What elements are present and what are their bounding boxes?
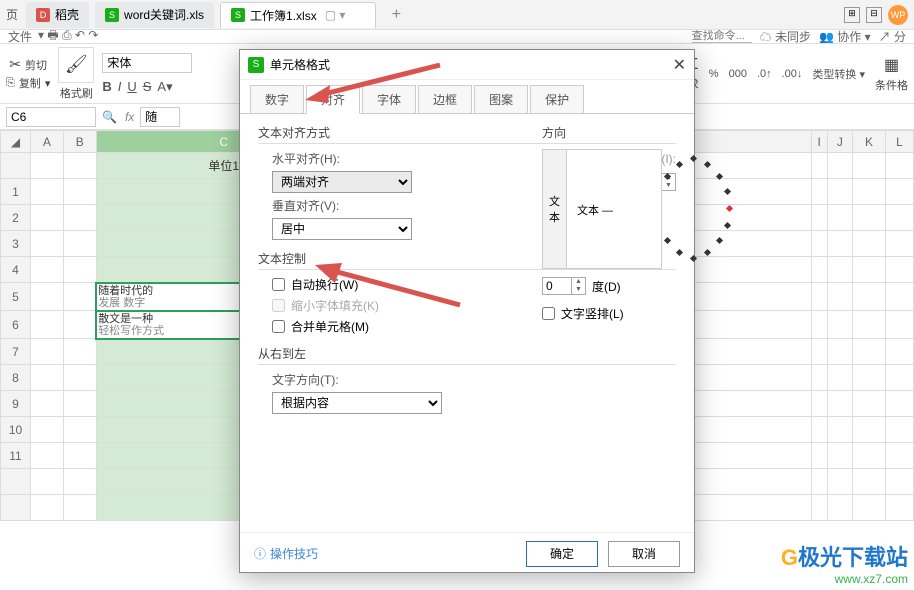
annotation-arrow-1 — [300, 55, 450, 105]
file-menu[interactable]: 文件 — [8, 30, 32, 44]
command-search[interactable] — [692, 30, 752, 43]
tab-pattern[interactable]: 图案 — [474, 85, 528, 114]
sync-status[interactable]: ☁ 未同步 — [760, 30, 811, 44]
formula-input[interactable] — [140, 107, 180, 127]
font-name-select[interactable] — [102, 53, 192, 73]
row-header[interactable]: 5 — [1, 283, 31, 311]
tab-indicator-icon: ▢ ▾ — [325, 8, 365, 22]
row-header[interactable]: 8 — [1, 365, 31, 391]
bold-button[interactable]: B — [102, 79, 111, 95]
font-color-button[interactable]: A▾ — [157, 79, 172, 95]
percent-button[interactable]: % — [709, 68, 719, 80]
tab-number[interactable]: 数字 — [250, 85, 304, 114]
comma-style-button[interactable]: 000 — [729, 68, 747, 80]
vertical-text-checkbox[interactable]: 文字竖排(L) — [542, 305, 672, 322]
tips-link[interactable]: ⓘ操作技巧 — [254, 545, 318, 562]
row-header[interactable] — [1, 153, 31, 179]
degree-label: 度(D) — [592, 278, 621, 295]
col-header[interactable]: J — [827, 131, 853, 153]
xls-icon: S — [105, 8, 119, 22]
page-label: 页 — [6, 6, 18, 23]
row-header[interactable]: 2 — [1, 205, 31, 231]
strike-button[interactable]: S — [143, 79, 152, 95]
tab-docer[interactable]: D 稻壳 — [26, 2, 89, 28]
tab-label: 稻壳 — [55, 6, 79, 23]
col-header[interactable]: L — [885, 131, 913, 153]
cut-icon[interactable]: ✂ — [9, 56, 21, 73]
format-painter-label: 格式刷 — [60, 85, 93, 101]
window-mode-icon[interactable]: ⊞ — [844, 7, 860, 23]
new-tab-button[interactable]: + — [392, 6, 401, 24]
annotation-arrow-2 — [310, 255, 470, 315]
orientation-preview-text: 文本 — — [577, 202, 613, 218]
xlsx-icon: S — [231, 8, 245, 22]
close-icon[interactable]: ✕ — [673, 55, 686, 75]
text-direction-label: 文字方向(T): — [272, 371, 352, 388]
row-header[interactable]: 6 — [1, 311, 31, 339]
copy-icon[interactable]: ⎘ — [6, 77, 15, 90]
chevron-up-icon[interactable]: ▲ — [572, 278, 585, 286]
underline-button[interactable]: U — [127, 79, 136, 95]
col-header[interactable]: I — [811, 131, 827, 153]
document-tab-bar: 页 D 稻壳 S word关键词.xls S 工作簿1.xlsx ▢ ▾ + ⊞… — [0, 0, 914, 30]
copy-label: 复制 — [19, 75, 41, 91]
v-align-label: 垂直对齐(V): — [272, 197, 352, 214]
row-header[interactable]: 3 — [1, 231, 31, 257]
col-header[interactable]: A — [31, 131, 64, 153]
info-icon: ⓘ — [254, 545, 266, 562]
row-header[interactable]: 11 — [1, 443, 31, 469]
select-all-corner[interactable]: ◢ — [1, 131, 31, 153]
degree-spinner[interactable]: ▲▼ — [542, 277, 586, 295]
ribbon-icon[interactable]: ▾ 🖶 ⎙ ↶ ↷ — [38, 30, 98, 44]
text-direction-select[interactable]: 根据内容 — [272, 392, 442, 414]
chevron-down-icon[interactable]: ▼ — [572, 286, 585, 294]
app-icon: S — [248, 57, 264, 73]
orientation-group: 方向 — [542, 124, 672, 143]
col-header[interactable]: K — [853, 131, 886, 153]
ribbon-menu: 文件 ▾ 🖶 ⎙ ↶ ↷ ☁ 未同步 👥 协作 ▾ ↗ 分 — [0, 30, 914, 44]
orientation-control[interactable]: 文本 文本 — — [542, 149, 662, 269]
share-button[interactable]: ↗ 分 — [879, 30, 906, 44]
col-header[interactable]: B — [63, 131, 96, 153]
fx-icon[interactable]: fx — [125, 110, 134, 124]
h-align-label: 水平对齐(H): — [272, 150, 352, 167]
cond-format-icon[interactable]: ▦ — [884, 55, 899, 75]
search-icon[interactable]: 🔍 — [102, 110, 117, 124]
cond-format-label: 条件格 — [875, 77, 908, 93]
type-convert-button[interactable]: 类型转换 ▾ — [812, 66, 865, 82]
tab-label: word关键词.xls — [124, 6, 204, 23]
row-header[interactable]: 9 — [1, 391, 31, 417]
watermark: G极光下载站 www.xz7.com — [781, 540, 908, 586]
h-align-select[interactable]: 两端对齐 — [272, 171, 412, 193]
collab-button[interactable]: 👥 协作 ▾ — [819, 30, 871, 44]
tab-protection[interactable]: 保护 — [530, 85, 584, 114]
rtl-group: 从右到左 — [258, 345, 676, 365]
row-header[interactable]: 1 — [1, 179, 31, 205]
ok-button[interactable]: 确定 — [526, 541, 598, 567]
row-header[interactable]: 7 — [1, 339, 31, 365]
grid-icon[interactable]: ⊟ — [866, 7, 882, 23]
tab-label: 工作簿1.xlsx — [250, 7, 317, 24]
format-painter-icon[interactable]: 🖌 — [58, 47, 94, 83]
dec-inc-button[interactable]: .0↑ — [757, 68, 772, 80]
tab-wordkeywords[interactable]: S word关键词.xls — [95, 2, 214, 28]
row-header[interactable]: 4 — [1, 257, 31, 283]
cancel-button[interactable]: 取消 — [608, 541, 680, 567]
user-avatar[interactable]: WP — [888, 5, 908, 25]
italic-button[interactable]: I — [118, 79, 122, 95]
dec-dec-button[interactable]: .00↓ — [782, 68, 803, 80]
vertical-text-button[interactable]: 文本 — [543, 150, 567, 268]
cut-label: 剪切 — [25, 57, 47, 73]
v-align-select[interactable]: 居中 — [272, 218, 412, 240]
row-header[interactable]: 10 — [1, 417, 31, 443]
tab-workbook1[interactable]: S 工作簿1.xlsx ▢ ▾ — [220, 2, 376, 28]
cell-reference-box[interactable] — [6, 107, 96, 127]
docer-icon: D — [36, 8, 50, 22]
